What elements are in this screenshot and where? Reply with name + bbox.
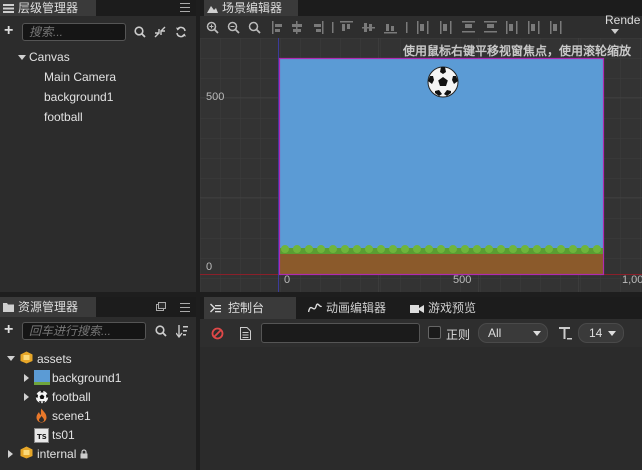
add-asset-icon[interactable]: + [4,322,13,338]
tree-node-background1[interactable]: background1 [44,90,113,104]
log-file-icon[interactable] [240,327,251,340]
assets-menu-icon[interactable] [180,303,190,312]
image-icon [34,370,50,385]
console-icon [210,303,221,313]
popout-icon[interactable] [156,302,166,311]
tab-game-preview[interactable]: 游戏预览 [406,297,496,319]
hierarchy-search-placeholder: 搜索... [29,25,64,39]
tab-assets-label: 资源管理器 [18,300,79,314]
console-filter-input[interactable] [261,323,420,343]
console-tabbar: 控制台 动画编辑器 游戏预览 [200,297,642,319]
camera-icon [410,305,424,313]
tab-hierarchy[interactable]: 层级管理器 [0,0,96,16]
asset-internal[interactable]: internal [37,447,76,461]
lock-icon [80,449,88,459]
tab-hierarchy-label: 层级管理器 [18,1,79,15]
hierarchy-tabbar: 层级管理器 [0,0,196,16]
assets-search-placeholder: 回车进行搜索... [29,324,112,338]
regex-checkbox[interactable] [428,326,441,339]
axis-label-x-500: 500 [453,274,472,286]
zoom-reset-icon[interactable] [248,21,261,34]
console-toolbar: 正则 All 14 [200,319,642,347]
scene-toolbar: Rende [200,14,642,38]
folder-tab-icon [3,303,14,312]
tab-animation[interactable]: 动画编辑器 [304,297,400,319]
animation-icon [308,303,322,313]
add-node-icon[interactable]: + [4,23,13,39]
refresh-icon[interactable] [175,26,187,38]
internal-expand-arrow[interactable] [8,450,13,458]
assets-search-input[interactable]: 回车进行搜索... [22,322,146,340]
font-size-select[interactable]: 14 [578,323,624,343]
axis-label-y-0: 0 [206,261,213,273]
axis-label-x-0: 0 [284,274,291,286]
tab-scene[interactable]: 场景编辑器 [204,0,298,16]
tab-console-label: 控制台 [228,301,265,315]
render-dropdown[interactable]: Rende [605,14,642,36]
asset-ts01[interactable]: ts01 [52,428,75,442]
assets-expand-arrow[interactable] [7,356,15,361]
render-dropdown-label: Rende [605,13,641,27]
assets-tabbar: 资源管理器 [0,297,196,317]
fire-icon [36,408,47,423]
clear-icon[interactable] [211,327,224,340]
hierarchy-search-input[interactable]: 搜索... [22,23,126,41]
svg-text:TS: TS [37,433,47,441]
asset-background1[interactable]: background1 [52,371,121,385]
tab-console[interactable]: 控制台 [204,297,296,319]
console-output [200,347,642,470]
assets-toolbar: + 回车进行搜索... [0,319,196,343]
sort-icon[interactable] [176,324,188,338]
tab-assets[interactable]: 资源管理器 [0,297,96,317]
background1-expand-arrow[interactable] [24,374,29,382]
scene-tabbar: 场景编辑器 [200,0,642,16]
scene-hint: 使用鼠标右键平移视窗焦点，使用滚轮缩放 [403,44,632,58]
font-size-icon [559,327,572,340]
render-dropdown-arrow [611,29,619,34]
asset-football[interactable]: football [52,390,91,404]
chevron-down-icon [608,331,616,336]
assets-panel: 资源管理器 + 回车进行搜索... assets background1 foo… [0,297,196,470]
chevron-down-icon [533,331,541,336]
football-expand-arrow[interactable] [24,393,29,401]
search-icon[interactable] [134,26,146,38]
folder-icon [20,446,33,459]
ball-icon [35,390,49,404]
tree-node-football[interactable]: football [44,110,83,124]
align-tools-icon[interactable] [272,21,602,34]
log-level-select[interactable]: All [478,323,548,343]
console-panel: 控制台 动画编辑器 游戏预览 正则 All 14 [200,297,642,470]
canvas-expand-arrow[interactable] [18,55,26,60]
scene-viewport[interactable] [200,38,642,292]
scene-icon [207,6,218,13]
folder-icon [20,351,33,364]
tree-node-canvas[interactable]: Canvas [29,50,70,64]
scene-panel: 场景编辑器 Rende 使用鼠标右键平移视窗焦点，使用滚轮缩放 500 0 0 … [200,0,642,292]
asset-assets[interactable]: assets [37,352,72,366]
regex-label: 正则 [446,328,471,342]
hierarchy-panel: 层级管理器 + 搜索... Canvas Main Camera backgro… [0,0,196,292]
tree-node-main-camera[interactable]: Main Camera [44,70,116,84]
zoom-out-icon[interactable] [227,21,240,34]
hierarchy-menu-icon[interactable] [180,3,190,12]
log-level-value: All [488,326,502,340]
asset-scene1[interactable]: scene1 [52,409,91,423]
background-dirt [279,253,604,274]
tab-scene-label: 场景编辑器 [222,1,283,15]
tab-game-preview-label: 游戏预览 [428,301,477,315]
hierarchy-toolbar: + 搜索... [0,20,196,44]
search-icon[interactable] [155,325,167,337]
football-sprite-icon[interactable] [427,66,459,98]
layers-icon [3,4,14,13]
zoom-in-icon[interactable] [206,21,219,34]
tab-animation-label: 动画编辑器 [326,301,387,315]
axis-label-x-1000: 1,00 [622,274,642,286]
collapse-icon[interactable] [154,26,166,38]
font-size-value: 14 [589,326,603,340]
axis-label-y-500: 500 [206,91,225,103]
typescript-icon: TS [34,428,49,443]
